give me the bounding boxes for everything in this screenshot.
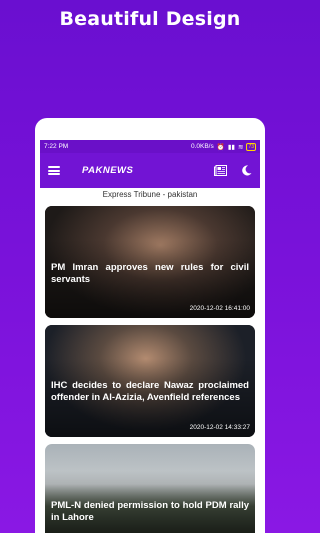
app-title: PAKNEWS xyxy=(82,165,134,176)
article-card[interactable]: PM Imran approves new rules for civil se… xyxy=(45,206,255,318)
status-bar: 7:22 PM 0.0KB/s ⏰ ▮▮ ≋ 73 xyxy=(40,140,260,153)
menu-icon[interactable] xyxy=(48,166,60,175)
promo-title: Beautiful Design xyxy=(59,8,241,30)
status-speed: 0.0KB/s xyxy=(190,143,214,150)
news-icon[interactable] xyxy=(214,165,227,176)
wifi-icon: ≋ xyxy=(237,143,244,151)
source-label: Express Tribune - pakistan xyxy=(102,190,198,199)
app-bar: PAKNEWS xyxy=(40,153,260,188)
signal-icon: ▮▮ xyxy=(227,143,235,151)
article-headline: PML-N denied permission to hold PDM rall… xyxy=(51,500,249,523)
article-headline: IHC decides to declare Nawaz proclaimed … xyxy=(51,380,249,403)
article-timestamp: 2020-12-02 16:41:00 xyxy=(189,305,250,312)
article-card[interactable]: IHC decides to declare Nawaz proclaimed … xyxy=(45,325,255,437)
battery-level: 73 xyxy=(246,142,256,151)
moon-icon[interactable] xyxy=(241,165,252,176)
article-headline: PM Imran approves new rules for civil se… xyxy=(51,262,249,285)
article-card[interactable]: PML-N denied permission to hold PDM rall… xyxy=(45,444,255,533)
phone-screen: 7:22 PM 0.0KB/s ⏰ ▮▮ ≋ 73 PAKNEWS Expres… xyxy=(35,118,265,533)
article-timestamp: 2020-12-02 14:33:27 xyxy=(189,424,250,431)
status-icons: 0.0KB/s ⏰ ▮▮ ≋ 73 xyxy=(190,142,256,151)
alarm-icon: ⏰ xyxy=(216,143,225,151)
status-time: 7:22 PM xyxy=(44,143,69,150)
